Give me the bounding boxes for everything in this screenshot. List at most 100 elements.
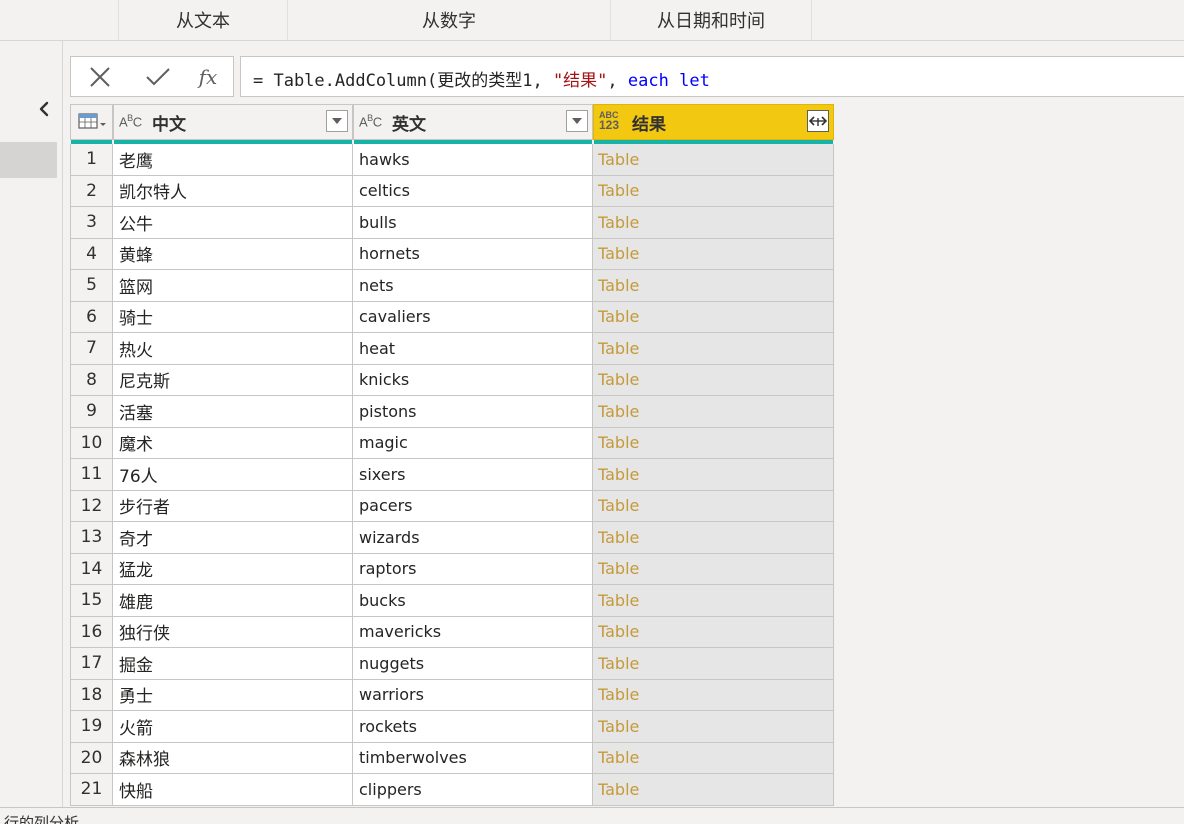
row-number[interactable]: 4 bbox=[70, 238, 113, 270]
cell-table-link[interactable]: Table bbox=[593, 679, 834, 711]
cell-english[interactable]: timberwolves bbox=[353, 742, 593, 774]
cell-table-link[interactable]: Table bbox=[593, 238, 834, 270]
cell-chinese[interactable]: 奇才 bbox=[113, 522, 353, 554]
cell-chinese[interactable]: 猛龙 bbox=[113, 553, 353, 585]
text-type-icon[interactable]: ABC bbox=[119, 113, 142, 129]
cell-table-link[interactable]: Table bbox=[593, 175, 834, 207]
cell-chinese[interactable]: 老鹰 bbox=[113, 144, 353, 176]
cell-table-link[interactable]: Table bbox=[593, 742, 834, 774]
cell-chinese[interactable]: 火箭 bbox=[113, 711, 353, 743]
cell-table-link[interactable]: Table bbox=[593, 522, 834, 554]
cell-english[interactable]: sixers bbox=[353, 459, 593, 491]
cell-english[interactable]: nuggets bbox=[353, 648, 593, 680]
row-number[interactable]: 1 bbox=[70, 144, 113, 176]
commit-formula-button[interactable] bbox=[143, 63, 173, 91]
cell-english[interactable]: heat bbox=[353, 333, 593, 365]
row-number[interactable]: 6 bbox=[70, 301, 113, 333]
cancel-formula-button[interactable] bbox=[85, 63, 115, 91]
cell-english[interactable]: hornets bbox=[353, 238, 593, 270]
cell-english[interactable]: celtics bbox=[353, 175, 593, 207]
row-number[interactable]: 13 bbox=[70, 522, 113, 554]
row-number[interactable]: 14 bbox=[70, 553, 113, 585]
cell-english[interactable]: magic bbox=[353, 427, 593, 459]
row-number[interactable]: 2 bbox=[70, 175, 113, 207]
cell-english[interactable]: nets bbox=[353, 270, 593, 302]
cell-english[interactable]: cavaliers bbox=[353, 301, 593, 333]
cell-chinese[interactable]: 骑士 bbox=[113, 301, 353, 333]
row-number[interactable]: 7 bbox=[70, 333, 113, 365]
row-number[interactable]: 16 bbox=[70, 616, 113, 648]
column-header-english[interactable]: ABC 英文 bbox=[353, 104, 593, 144]
cell-chinese[interactable]: 尼克斯 bbox=[113, 364, 353, 396]
cell-table-link[interactable]: Table bbox=[593, 648, 834, 680]
ribbon-group-from-datetime[interactable]: 从日期和时间 bbox=[611, 0, 812, 40]
cell-english[interactable]: bucks bbox=[353, 585, 593, 617]
row-number[interactable]: 3 bbox=[70, 207, 113, 239]
collapse-pane-button[interactable] bbox=[30, 95, 58, 123]
cell-table-link[interactable]: Table bbox=[593, 396, 834, 428]
any-type-icon[interactable]: ABC 123 bbox=[599, 110, 619, 131]
cell-english[interactable]: rockets bbox=[353, 711, 593, 743]
cell-english[interactable]: wizards bbox=[353, 522, 593, 554]
column-filter-button[interactable] bbox=[326, 110, 348, 132]
cell-table-link[interactable]: Table bbox=[593, 553, 834, 585]
cell-table-link[interactable]: Table bbox=[593, 585, 834, 617]
cell-table-link[interactable]: Table bbox=[593, 333, 834, 365]
insert-function-button[interactable]: fx bbox=[193, 63, 223, 91]
column-header-chinese[interactable]: ABC 中文 bbox=[113, 104, 353, 144]
cell-table-link[interactable]: Table bbox=[593, 616, 834, 648]
ribbon-group-from-text[interactable]: 从文本 bbox=[119, 0, 288, 40]
cell-english[interactable]: hawks bbox=[353, 144, 593, 176]
cell-chinese[interactable]: 活塞 bbox=[113, 396, 353, 428]
cell-chinese[interactable]: 勇士 bbox=[113, 679, 353, 711]
cell-table-link[interactable]: Table bbox=[593, 364, 834, 396]
cell-english[interactable]: knicks bbox=[353, 364, 593, 396]
column-header-result[interactable]: ABC 123 结果 bbox=[593, 104, 834, 144]
cell-english[interactable]: warriors bbox=[353, 679, 593, 711]
row-number[interactable]: 21 bbox=[70, 774, 113, 806]
cell-chinese[interactable]: 森林狼 bbox=[113, 742, 353, 774]
row-number[interactable]: 9 bbox=[70, 396, 113, 428]
cell-english[interactable]: bulls bbox=[353, 207, 593, 239]
cell-table-link[interactable]: Table bbox=[593, 301, 834, 333]
row-number[interactable]: 12 bbox=[70, 490, 113, 522]
row-number[interactable]: 18 bbox=[70, 679, 113, 711]
cell-chinese[interactable]: 独行侠 bbox=[113, 616, 353, 648]
cell-english[interactable]: pistons bbox=[353, 396, 593, 428]
cell-chinese[interactable]: 篮网 bbox=[113, 270, 353, 302]
row-number[interactable]: 19 bbox=[70, 711, 113, 743]
expand-column-button[interactable] bbox=[807, 110, 829, 132]
cell-english[interactable]: mavericks bbox=[353, 616, 593, 648]
cell-chinese[interactable]: 凯尔特人 bbox=[113, 175, 353, 207]
row-number[interactable]: 5 bbox=[70, 270, 113, 302]
formula-input[interactable]: = Table.AddColumn(更改的类型1, "结果", each let bbox=[240, 56, 1184, 97]
table-menu-button[interactable] bbox=[70, 104, 113, 144]
cell-chinese[interactable]: 热火 bbox=[113, 333, 353, 365]
text-type-icon[interactable]: ABC bbox=[359, 113, 382, 129]
row-number[interactable]: 11 bbox=[70, 459, 113, 491]
cell-table-link[interactable]: Table bbox=[593, 270, 834, 302]
cell-table-link[interactable]: Table bbox=[593, 490, 834, 522]
ribbon-group-from-number[interactable]: 从数字 bbox=[288, 0, 611, 40]
row-number[interactable]: 8 bbox=[70, 364, 113, 396]
row-number[interactable]: 17 bbox=[70, 648, 113, 680]
cell-chinese[interactable]: 步行者 bbox=[113, 490, 353, 522]
cell-table-link[interactable]: Table bbox=[593, 774, 834, 806]
cell-table-link[interactable]: Table bbox=[593, 459, 834, 491]
cell-chinese[interactable]: 快船 bbox=[113, 774, 353, 806]
column-filter-button[interactable] bbox=[566, 110, 588, 132]
selected-query-item[interactable] bbox=[0, 142, 57, 178]
cell-table-link[interactable]: Table bbox=[593, 427, 834, 459]
cell-english[interactable]: pacers bbox=[353, 490, 593, 522]
row-number[interactable]: 10 bbox=[70, 427, 113, 459]
row-number[interactable]: 20 bbox=[70, 742, 113, 774]
cell-chinese[interactable]: 76人 bbox=[113, 459, 353, 491]
cell-english[interactable]: clippers bbox=[353, 774, 593, 806]
cell-chinese[interactable]: 雄鹿 bbox=[113, 585, 353, 617]
cell-chinese[interactable]: 黄蜂 bbox=[113, 238, 353, 270]
cell-table-link[interactable]: Table bbox=[593, 144, 834, 176]
cell-chinese[interactable]: 魔术 bbox=[113, 427, 353, 459]
row-number[interactable]: 15 bbox=[70, 585, 113, 617]
cell-english[interactable]: raptors bbox=[353, 553, 593, 585]
cell-table-link[interactable]: Table bbox=[593, 711, 834, 743]
